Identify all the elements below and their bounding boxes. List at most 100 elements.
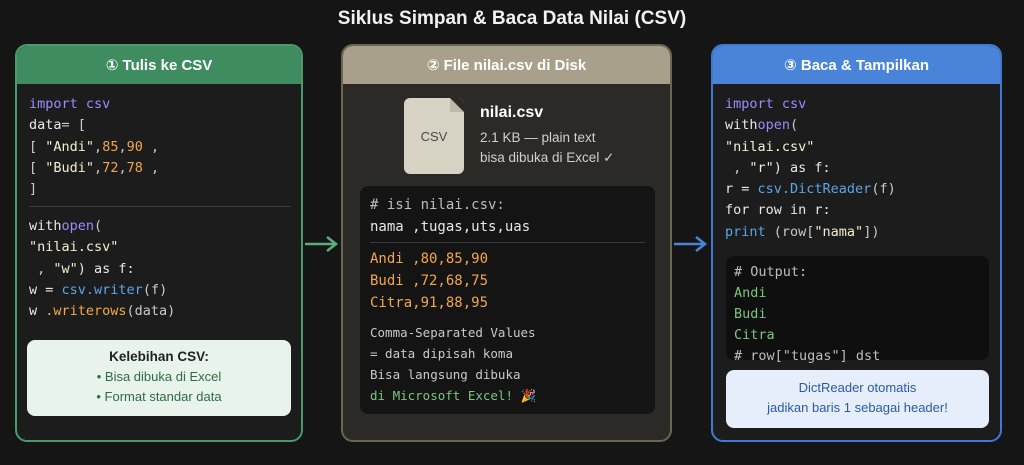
csv-row: Citra,91,88,95 xyxy=(370,295,489,311)
code-token: 85 xyxy=(102,138,119,155)
code-token: csv xyxy=(757,181,782,198)
code-token: .writer xyxy=(85,281,143,298)
panel-file-on-disk: ② File nilai.csv di Disk CSV nilai.csv 2… xyxy=(341,44,672,442)
csv-header: nama ,tugas,uts,uas xyxy=(370,219,531,235)
code-token: ( xyxy=(790,117,799,134)
panel-read-display: ③ Baca & Tampilkan import csv withopen( … xyxy=(711,44,1002,442)
code-token: "Budi" xyxy=(45,159,95,176)
csv-row: Andi ,80,85,90 xyxy=(370,251,489,267)
code-token: w xyxy=(29,303,46,320)
code-token: .DictReader xyxy=(781,181,872,198)
footer-line: Comma-Separated Values xyxy=(370,325,536,340)
code-token: csv xyxy=(85,96,111,112)
diagram-title: Siklus Simpan & Baca Data Nilai (CSV) xyxy=(337,8,687,29)
arrow-right-icon xyxy=(305,236,339,252)
output-box: # Output: Andi Budi Citra # row["tugas"]… xyxy=(726,256,989,364)
code-token: (f) xyxy=(142,281,168,298)
file-size: 2.1 KB — plain text xyxy=(480,130,596,145)
code-token: 72 xyxy=(102,159,119,176)
code-token: w = xyxy=(29,281,62,298)
write-code-block: import csv data= [ [ "Andi",85,90 , [ "B… xyxy=(29,94,159,200)
code-token: [ xyxy=(29,138,46,155)
code-token: , xyxy=(118,159,127,176)
code-token: import xyxy=(29,96,78,112)
code-token: , xyxy=(142,159,160,176)
code-token: open xyxy=(757,117,791,134)
footer-line-green: di Microsoft Excel! 🎉 xyxy=(370,388,537,403)
write-code-block-2: withopen( "nilai.csv" , "w") as f: w = c… xyxy=(29,216,175,322)
panel-write-header: ① Tulis ke CSV xyxy=(17,46,301,84)
code-token: , xyxy=(118,138,127,155)
code-token: , xyxy=(142,138,160,155)
code-token: (data) xyxy=(126,303,176,320)
output-content: # Output: Andi Budi Citra # row["tugas"]… xyxy=(734,262,880,367)
footer-line: = data dipisah koma xyxy=(370,346,513,361)
code-token: import xyxy=(725,96,774,112)
code-token: ] xyxy=(29,181,38,198)
code-token: "nilai.csv" xyxy=(725,138,815,155)
note-line: jadikan baris 1 sebagai header! xyxy=(767,400,948,415)
code-token: "Andi" xyxy=(45,138,95,155)
code-token: , xyxy=(725,159,750,176)
code-token: ) as f: xyxy=(773,159,831,176)
code-token: ( xyxy=(94,218,103,234)
note-line: DictReader otomatis xyxy=(798,380,917,395)
code-token: ]) xyxy=(863,223,880,240)
code-token: (row[ xyxy=(765,223,815,240)
csv-rows: Andi ,80,85,90 Budi ,72,68,75 Citra,91,8… xyxy=(370,248,488,314)
note-item: • Format standar data xyxy=(96,389,222,404)
output-line: Andi xyxy=(734,285,767,301)
output-comment: # Output: xyxy=(734,264,808,280)
panel-write-csv: ① Tulis ke CSV import csv data= [ [ "And… xyxy=(15,44,303,442)
csv-divider xyxy=(370,242,645,243)
output-line: Citra xyxy=(734,327,775,343)
csv-content-box: # isi nilai.csv: nama ,tugas,uts,uas And… xyxy=(360,186,655,414)
read-code-block: import csv withopen( "nilai.csv" , "r") … xyxy=(725,94,896,243)
csv-comment: # isi nilai.csv: xyxy=(370,197,505,213)
code-token: (f) xyxy=(871,181,896,198)
code-token: , xyxy=(94,159,103,176)
code-token: print xyxy=(725,223,766,240)
code-token: for xyxy=(725,202,750,219)
code-token: row xyxy=(749,202,791,219)
code-token: 90 xyxy=(126,138,143,155)
code-token: 78 xyxy=(126,159,143,176)
csv-row: Budi ,72,68,75 xyxy=(370,273,489,289)
panel-file-header: ② File nilai.csv di Disk xyxy=(343,46,670,84)
code-divider xyxy=(29,206,291,207)
code-token: csv xyxy=(781,96,807,112)
code-token: .writerows xyxy=(45,303,127,320)
arrow-right-icon xyxy=(674,236,708,252)
code-token: = [ xyxy=(61,117,86,134)
csv-content: # isi nilai.csv: nama ,tugas,uts,uas xyxy=(370,194,530,238)
csv-advantages-note: Kelebihan CSV: • Bisa dibuka di Excel • … xyxy=(27,340,291,416)
code-token: with xyxy=(725,117,758,134)
code-token: [ xyxy=(29,159,46,176)
code-token: data xyxy=(29,117,62,134)
file-name: nilai.csv xyxy=(480,104,544,121)
code-token: "nilai.csv" xyxy=(29,239,119,256)
code-token: open xyxy=(61,218,95,234)
csv-footer: Comma-Separated Values = data dipisah ko… xyxy=(370,322,536,406)
code-token: r: xyxy=(806,202,831,219)
code-token: with xyxy=(29,218,62,234)
note-title: Kelebihan CSV: xyxy=(109,349,209,364)
csv-file-icon: CSV xyxy=(404,98,464,174)
output-tail: # row["tugas"] dst xyxy=(734,348,881,364)
code-token: "r" xyxy=(749,159,774,176)
code-token: ) as f: xyxy=(77,260,135,277)
file-meta: nilai.csv 2.1 KB — plain text bisa dibuk… xyxy=(480,104,614,168)
code-token: "nama" xyxy=(814,223,864,240)
file-icon-label: CSV xyxy=(420,128,448,144)
output-line: Budi xyxy=(734,306,767,322)
note-item: • Bisa dibuka di Excel xyxy=(96,369,222,384)
footer-line: Bisa langsung dibuka xyxy=(370,367,521,382)
code-token: , xyxy=(29,260,54,277)
dictreader-note: DictReader otomatis jadikan baris 1 seba… xyxy=(726,370,989,428)
code-token: "w" xyxy=(53,260,78,277)
file-note: bisa dibuka di Excel ✓ xyxy=(480,150,615,165)
panel-read-header: ③ Baca & Tampilkan xyxy=(713,46,1000,84)
code-token: csv xyxy=(61,281,86,298)
code-token: , xyxy=(94,138,103,155)
code-token: r = xyxy=(725,181,758,198)
